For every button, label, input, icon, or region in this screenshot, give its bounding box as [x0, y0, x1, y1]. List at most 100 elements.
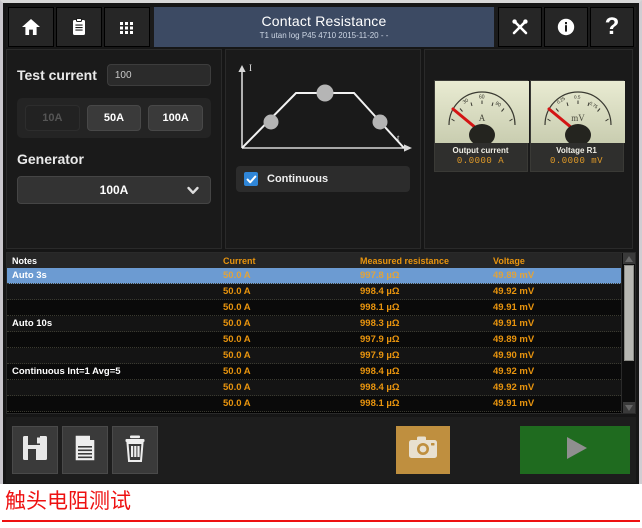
- cell-resistance: 998.1 µΩ: [360, 398, 493, 409]
- cell-resistance: 997.8 µΩ: [360, 270, 493, 281]
- test-current-row: Test current 100: [17, 64, 211, 86]
- cell-resistance: 997.9 µΩ: [360, 334, 493, 345]
- table-row[interactable]: Continuous Int=1 Avg=550.0 A998.4 µΩ49.9…: [7, 364, 621, 380]
- tools-button[interactable]: [498, 7, 542, 47]
- cell-resistance: 998.3 µΩ: [360, 318, 493, 329]
- preset-10a-button[interactable]: 10A: [25, 105, 80, 131]
- generator-select[interactable]: 100A: [17, 176, 211, 204]
- waveform-handle-plateau: [317, 85, 334, 102]
- cell-voltage: 49.92 mV: [493, 366, 621, 377]
- cell-notes: Auto 10s: [7, 318, 223, 329]
- voltage-r1-gauge: 0.25 0.5 0.75 mV Voltage R1 0.0000 mV: [530, 80, 624, 172]
- scrollbar-thumb[interactable]: [624, 265, 634, 361]
- measurements-table-body: Notes Current Measured resistance Voltag…: [7, 253, 621, 413]
- cell-voltage: 49.91 mV: [493, 398, 621, 409]
- screenshot-button[interactable]: [396, 426, 450, 474]
- cell-current: 50.0 A: [223, 318, 360, 329]
- waveform-panel: I t Continuous: [225, 49, 421, 249]
- table-row[interactable]: 50.0 A998.4 µΩ49.92 mV: [7, 284, 621, 300]
- checkmark-icon: [246, 174, 257, 185]
- application-window: Contact Resistance T1 utan log P45 4710 …: [0, 0, 642, 528]
- top-toolbar-right: ?: [496, 7, 636, 47]
- delete-button[interactable]: [112, 426, 158, 474]
- help-icon: ?: [605, 15, 620, 39]
- test-current-label: Test current: [17, 67, 97, 83]
- cell-current: 50.0 A: [223, 366, 360, 377]
- home-button[interactable]: [8, 7, 54, 47]
- table-row[interactable]: 50.0 A998.1 µΩ49.91 mV: [7, 396, 621, 412]
- table-rows-container: Auto 3s50.0 A997.8 µΩ49.89 mV50.0 A998.4…: [7, 268, 621, 412]
- caption-underline: [2, 520, 640, 522]
- column-header-voltage: Voltage: [493, 256, 621, 266]
- chevron-down-icon: [186, 183, 200, 200]
- caption-text: 触头电阻测试: [5, 488, 642, 515]
- current-waveform-chart[interactable]: I t: [234, 60, 416, 156]
- reports-button[interactable]: [56, 7, 102, 47]
- cell-current: 50.0 A: [223, 398, 360, 409]
- page-title: Contact Resistance T1 utan log P45 4710 …: [154, 7, 494, 47]
- start-button[interactable]: [520, 426, 630, 474]
- cell-voltage: 49.89 mV: [493, 334, 621, 345]
- voltage-r1-gauge-face: 0.25 0.5 0.75 mV: [531, 81, 625, 143]
- cell-notes: Auto 3s: [7, 270, 223, 281]
- cell-current: 50.0 A: [223, 382, 360, 393]
- camera-icon: [407, 434, 439, 467]
- table-scrollbar[interactable]: [621, 253, 635, 413]
- table-row[interactable]: 50.0 A998.1 µΩ49.91 mV: [7, 300, 621, 316]
- output-current-gauge: 30 60 90 A Output current 0.0000 A: [434, 80, 528, 172]
- continuous-checkbox-row[interactable]: Continuous: [236, 166, 410, 192]
- gauge-face-unit: mV: [571, 113, 585, 123]
- column-header-current: Current: [223, 256, 360, 266]
- top-toolbar: Contact Resistance T1 utan log P45 4710 …: [6, 7, 636, 47]
- output-current-gauge-face: 30 60 90 A: [435, 81, 529, 143]
- continuous-label: Continuous: [267, 173, 328, 185]
- cell-voltage: 49.89 mV: [493, 270, 621, 281]
- control-panels: Test current 100 10A 50A 100A Generator …: [6, 49, 636, 249]
- keypad-button[interactable]: [104, 7, 150, 47]
- clipboard-icon: [69, 17, 89, 37]
- cell-voltage: 49.92 mV: [493, 286, 621, 297]
- table-row[interactable]: 50.0 A998.4 µΩ49.92 mV: [7, 380, 621, 396]
- cell-voltage: 49.91 mV: [493, 302, 621, 313]
- tools-icon: [510, 17, 530, 37]
- waveform-handle-rise: [264, 115, 279, 130]
- voltage-r1-readout: Voltage R1 0.0000 mV: [531, 143, 623, 171]
- info-icon: [556, 17, 576, 37]
- cell-voltage: 49.91 mV: [493, 318, 621, 329]
- table-row[interactable]: Auto 10s50.0 A998.3 µΩ49.91 mV: [7, 316, 621, 332]
- preset-100a-button[interactable]: 100A: [148, 105, 203, 131]
- voltage-r1-value: 0.0000 mV: [531, 156, 623, 167]
- continuous-checkbox[interactable]: [244, 172, 258, 186]
- document-icon: [70, 433, 100, 468]
- test-current-input[interactable]: 100: [107, 64, 211, 86]
- scroll-down-arrow[interactable]: [623, 402, 635, 413]
- column-header-notes: Notes: [7, 256, 223, 266]
- keypad-grid-icon: [117, 17, 137, 37]
- gauge-tick-05: 0.5: [574, 95, 581, 100]
- output-current-label: Output current: [435, 146, 527, 156]
- scroll-up-arrow[interactable]: [623, 253, 635, 264]
- preset-50a-button[interactable]: 50A: [87, 105, 142, 131]
- help-button[interactable]: ?: [590, 7, 634, 47]
- cell-resistance: 998.4 µΩ: [360, 366, 493, 377]
- cell-resistance: 997.9 µΩ: [360, 350, 493, 361]
- voltage-r1-label: Voltage R1: [531, 146, 623, 156]
- table-row[interactable]: 50.0 A997.9 µΩ49.89 mV: [7, 332, 621, 348]
- cell-resistance: 998.4 µΩ: [360, 286, 493, 297]
- table-row[interactable]: 50.0 A997.9 µΩ49.90 mV: [7, 348, 621, 364]
- table-header-row: Notes Current Measured resistance Voltag…: [7, 253, 621, 268]
- info-button[interactable]: [544, 7, 588, 47]
- page-subtitle-text: T1 utan log P45 4710 2015-11-20 - -: [260, 31, 389, 40]
- report-button[interactable]: [62, 426, 108, 474]
- save-button[interactable]: [12, 426, 58, 474]
- bottom-toolbar: [6, 417, 636, 483]
- column-header-resistance: Measured resistance: [360, 256, 493, 266]
- cell-voltage: 49.92 mV: [493, 382, 621, 393]
- cell-voltage: 49.90 mV: [493, 350, 621, 361]
- home-icon: [21, 17, 41, 37]
- trash-icon: [120, 433, 150, 468]
- meters-panel: 30 60 90 A Output current 0.0000 A: [424, 49, 633, 249]
- page-title-text: Contact Resistance: [262, 14, 387, 29]
- current-preset-group: 10A 50A 100A: [17, 98, 211, 138]
- table-row[interactable]: Auto 3s50.0 A997.8 µΩ49.89 mV: [7, 268, 621, 284]
